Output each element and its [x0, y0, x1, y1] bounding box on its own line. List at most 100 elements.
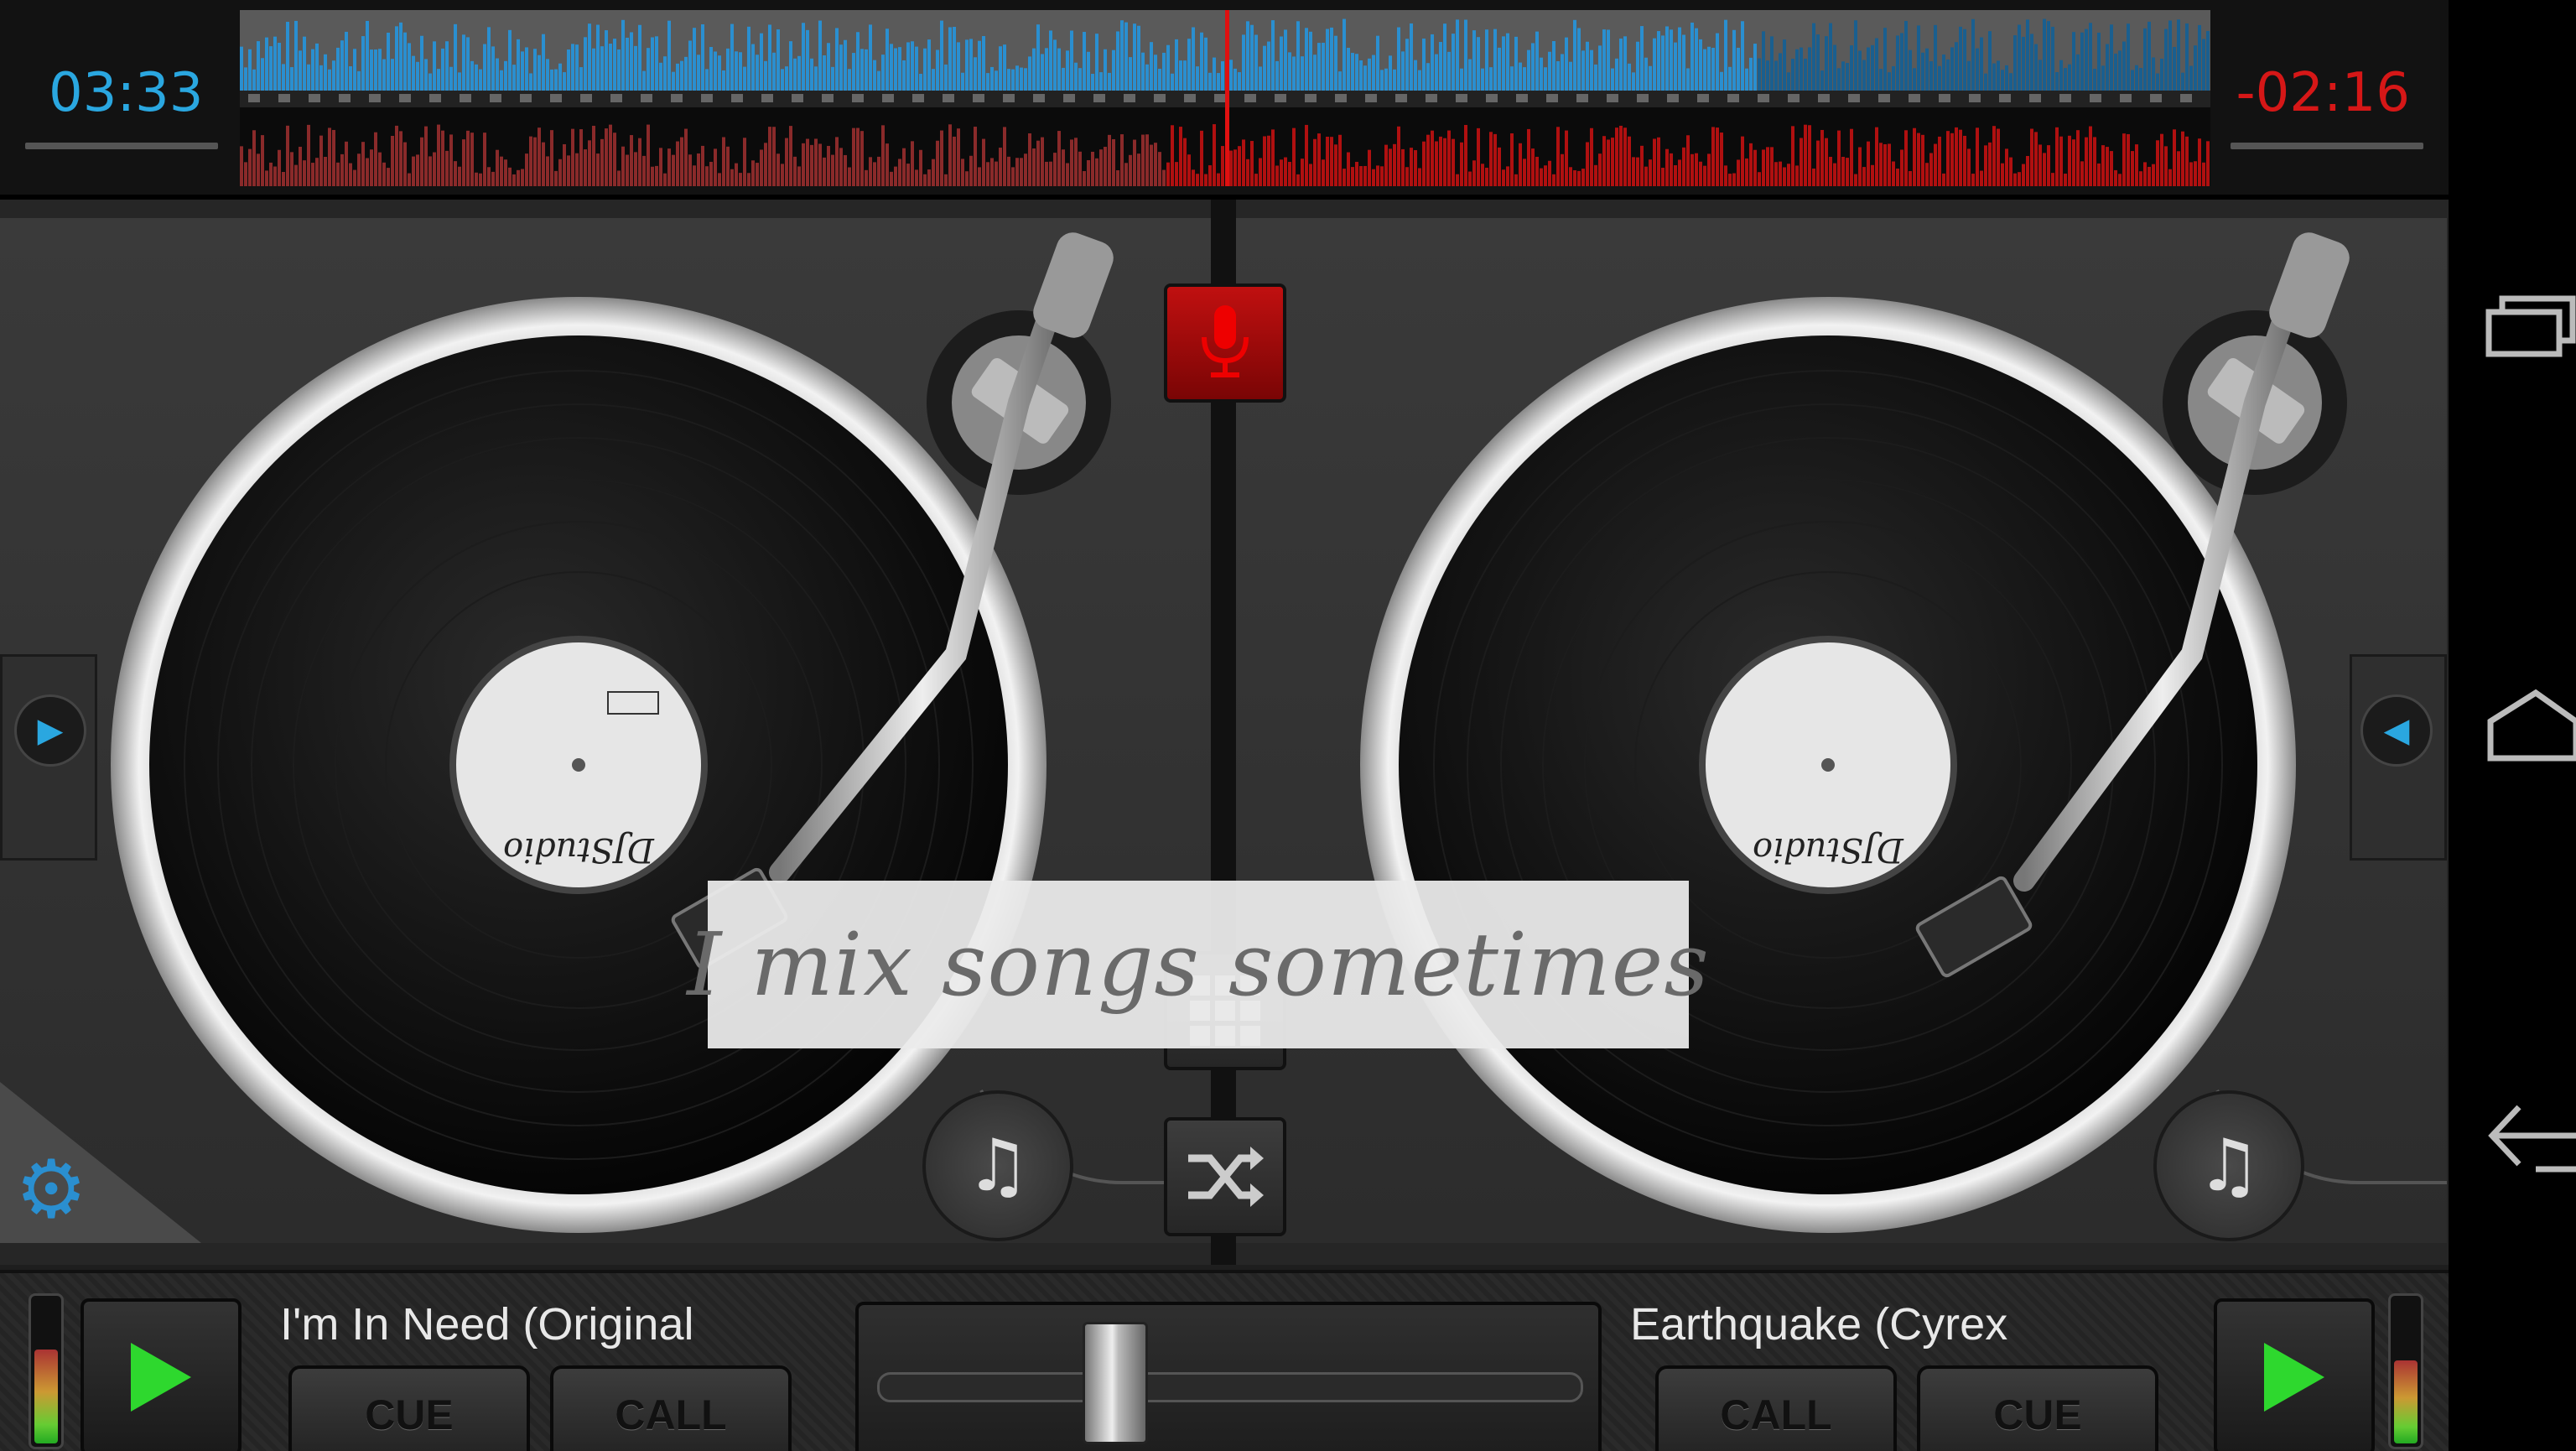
add-music-left-button[interactable]: ♫: [922, 1090, 1073, 1241]
deck-a-wave-bar: [2068, 64, 2071, 91]
deck-a-wave-bar: [1963, 29, 1966, 91]
deck-b-wave-bar: [1062, 149, 1065, 186]
waveform-tick: [1365, 94, 1377, 102]
deck-b-wave-bar: [1665, 148, 1669, 186]
deck-right-play-button[interactable]: [2214, 1298, 2375, 1451]
deck-a-wave-bar: [1309, 31, 1312, 91]
deck-a-wave-bar: [1506, 33, 1509, 91]
deck-b-wave-bar: [1384, 144, 1388, 186]
deck-b-wave-bar: [1552, 174, 1555, 186]
deck-b-wave-bar: [1791, 126, 1794, 186]
deck-b-wave-bar: [1460, 142, 1463, 186]
deck-right-call-button[interactable]: CALL: [1655, 1365, 1897, 1451]
deck-b-wave-bar: [1737, 159, 1740, 186]
deck-b-wave-bar: [1150, 144, 1153, 186]
deck-a-wave-bar: [835, 28, 839, 91]
crossfader-knob[interactable]: [1083, 1322, 1149, 1444]
deck-b-wave-bar: [760, 149, 763, 186]
add-music-right-button[interactable]: ♫: [2153, 1090, 2304, 1241]
deck-b-wave-bar: [990, 158, 994, 186]
deck-a-wave-bar: [659, 62, 662, 91]
deck-right-track-title: Earthquake (Cyrex: [1630, 1299, 2008, 1350]
deck-b-wave-bar: [299, 146, 302, 186]
deck-a-wave-bar: [630, 32, 633, 91]
waveform-tick: [1214, 94, 1226, 102]
deck-a-wave-bar: [1519, 62, 1522, 91]
shuffle-button[interactable]: [1164, 1117, 1286, 1236]
deck-a-wave-bar: [1581, 50, 1585, 91]
deck-a-wave-bar: [1343, 18, 1346, 91]
deck-left-call-button[interactable]: CALL: [550, 1365, 792, 1451]
deck-b-wave-bar: [2202, 162, 2205, 186]
deck-a-wave-bar: [2022, 36, 2025, 91]
deck-b-wave-bar: [1628, 136, 1631, 186]
deck-b-wave-bar: [1070, 139, 1073, 186]
back-icon[interactable]: [2485, 1099, 2576, 1174]
deck-a-wave-bar: [282, 64, 285, 91]
deck-a-wave-bar: [1368, 58, 1371, 91]
deck-b-wave-bar: [2047, 145, 2050, 186]
turntable-right[interactable]: DJStudio: [1236, 218, 2447, 1243]
microphone-button[interactable]: [1164, 283, 1286, 403]
deck-left-cue-button[interactable]: CUE: [288, 1365, 530, 1451]
deck-a-wave-bar: [1561, 54, 1564, 91]
deck-a-wave-bar: [2198, 24, 2201, 91]
deck-a-wave-bar: [2026, 19, 2029, 91]
deck-a-wave-bar: [1703, 49, 1706, 91]
deck-a-wave-bar: [1095, 34, 1098, 91]
deck-a-wave-bar: [1183, 60, 1187, 91]
deck-b-wave-bar: [2085, 137, 2088, 186]
deck-left-play-button[interactable]: [80, 1298, 242, 1451]
deck-right-cue-button[interactable]: CUE: [1917, 1365, 2158, 1451]
deck-b-wave-bar: [1644, 166, 1648, 186]
deck-a-wave-bar: [361, 36, 365, 91]
deck-b-wave-bar: [1284, 157, 1287, 186]
deck-a-wave-bar: [1032, 48, 1036, 91]
deck-a-wave-bar: [688, 40, 692, 91]
deck-b-wave-bar: [395, 125, 398, 186]
deck-b-wave-bar: [718, 173, 721, 186]
deck-right-nav-arrow[interactable]: ◀: [2360, 694, 2433, 767]
waveform-tick: [1697, 94, 1709, 102]
waveform-display[interactable]: [240, 10, 2210, 186]
deck-b-wave-bar: [1124, 163, 1128, 186]
waveform-tick: [278, 94, 290, 102]
deck-a-wave-bar: [802, 23, 805, 91]
home-icon[interactable]: [2485, 688, 2576, 763]
deck-b-wave-bar: [865, 169, 868, 186]
deck-a-wave-bar: [1871, 44, 1874, 91]
deck-b-wave-bar: [697, 153, 700, 186]
deck-b-wave-bar: [1728, 174, 1732, 186]
deck-b-wave-bar: [1904, 130, 1908, 186]
deck-a-wave-bar: [714, 51, 717, 91]
deck-b-wave-bar: [319, 135, 323, 186]
deck-b-wave-bar: [869, 157, 872, 186]
turntable-left[interactable]: DJStudio: [0, 218, 1211, 1243]
deck-a-wave-bar: [1556, 60, 1560, 91]
deck-b-wave-bar: [466, 130, 470, 186]
deck-b-wave-bar: [1581, 169, 1585, 186]
deck-a-wave-bar: [1514, 36, 1518, 91]
deck-a-wave-bar: [856, 32, 860, 91]
recent-apps-icon[interactable]: [2485, 294, 2576, 361]
spindle-left: [572, 758, 585, 772]
deck-b-wave-bar: [311, 163, 314, 186]
deck-a-wave-bar: [1254, 34, 1258, 91]
deck-a-wave-bar: [449, 66, 453, 91]
deck-a-wave-bar: [2018, 24, 2021, 91]
deck-a-wave-bar: [1405, 39, 1409, 91]
deck-b-wave-bar: [1527, 128, 1530, 186]
deck-b-wave-bar: [940, 130, 943, 186]
deck-a-wave-bar: [2177, 19, 2180, 91]
tonearm-counterweight-right: [2269, 232, 2350, 338]
crossfader[interactable]: [855, 1302, 1602, 1451]
deck-b-wave-bar: [663, 173, 667, 186]
deck-a-wave-bar: [1464, 19, 1467, 91]
deck-a-wave-bar: [621, 19, 625, 91]
deck-b-wave-bar: [659, 148, 662, 186]
gear-icon[interactable]: ⚙: [15, 1149, 87, 1230]
deck-left-nav-arrow[interactable]: ▶: [14, 694, 86, 767]
deck-b-wave-bar: [605, 128, 608, 186]
deck-a-wave-bar: [441, 48, 444, 91]
deck-b-wave-bar: [906, 164, 910, 186]
